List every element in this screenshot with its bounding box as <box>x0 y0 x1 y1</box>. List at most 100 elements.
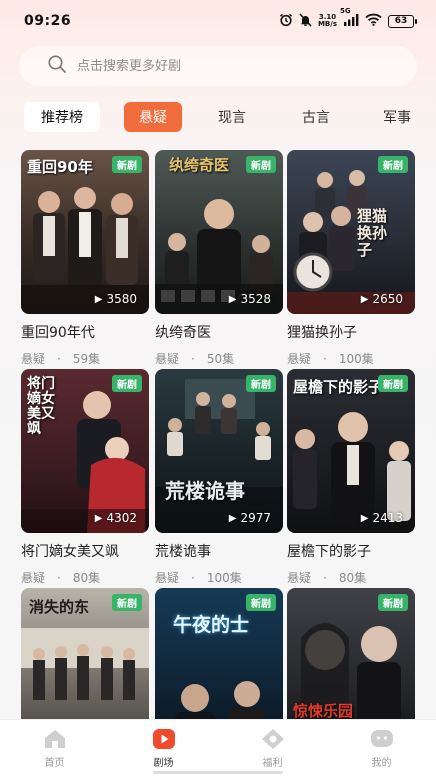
drama-episodes: 59集 <box>72 352 101 366</box>
tab-modern-romance[interactable]: 现言 <box>204 102 260 132</box>
signal-label: 5G <box>340 6 351 15</box>
drama-poster[interactable]: 重回90年 新剧 ▶ 3580 <box>21 150 149 314</box>
poster-title-art: 惊悚乐园 <box>293 702 354 720</box>
drama-card[interactable]: 重回90年 新剧 ▶ 3580 重回90年代 悬疑 · 59集 <box>21 150 149 367</box>
drama-meta: 悬疑 · 59集 <box>21 350 149 367</box>
new-badge: 新剧 <box>246 156 276 173</box>
play-count-value: 2977 <box>240 511 271 525</box>
status-icons: 3.10 MB/s 5G 63 <box>279 7 417 30</box>
drama-episodes: 80集 <box>72 571 101 585</box>
drama-meta: 悬疑 · 100集 <box>155 569 283 586</box>
theater-icon <box>152 728 176 750</box>
poster-title-art: 荒楼诡事 <box>165 479 245 503</box>
net-speed-unit: MB/s <box>317 20 337 28</box>
new-badge: 新剧 <box>246 594 276 611</box>
search-icon <box>47 54 67 78</box>
drama-poster[interactable]: 纨绔奇医 新剧 ▶ 3528 <box>155 150 283 314</box>
nav-welfare[interactable]: 福利 <box>218 720 327 776</box>
play-count-value: 4302 <box>106 511 137 525</box>
drama-poster[interactable]: 屋檐下的影子 新剧 ▶ 2413 <box>287 369 415 533</box>
new-badge: 新剧 <box>112 375 142 392</box>
drama-episodes: 50集 <box>206 352 235 366</box>
drama-meta: 悬疑 · 80集 <box>21 569 149 586</box>
drama-title[interactable]: 将门嫡女美又飒 <box>21 541 149 561</box>
poster-title-art: 消失的东 <box>29 598 90 616</box>
new-badge: 新剧 <box>378 156 408 173</box>
separator-dot: · <box>191 570 195 585</box>
poster-title-art: 重回90年 <box>27 158 93 176</box>
bottom-nav: 首页 剧场 福利 我的 <box>0 719 436 776</box>
drama-card[interactable]: 屋檐下的影子 新剧 ▶ 2413 屋檐下的影子 悬疑 · 80集 <box>287 369 415 586</box>
new-badge: 新剧 <box>378 594 408 611</box>
play-icon: ▶ <box>94 293 103 305</box>
drama-card[interactable]: 将门嫡女美又飒 新剧 ▶ 4302 将门嫡女美又飒 悬疑 · 80集 <box>21 369 149 586</box>
profile-icon <box>370 728 394 750</box>
poster-title-art: 将门嫡女美又飒 <box>27 376 55 437</box>
mute-icon <box>299 12 312 30</box>
play-count: ▶ 3528 <box>229 292 271 306</box>
status-time: 09:26 <box>24 13 72 29</box>
drama-title[interactable]: 狸猫换孙子 <box>287 322 415 342</box>
tab-recommended[interactable]: 推荐榜 <box>24 102 100 132</box>
separator-dot: · <box>323 570 327 585</box>
play-count-value: 2413 <box>372 511 403 525</box>
drama-title[interactable]: 屋檐下的影子 <box>287 541 415 561</box>
poster-title-art: 午夜的士 <box>173 614 250 636</box>
play-count-value: 3580 <box>106 292 137 306</box>
poster-title-art: 纨绔奇医 <box>169 156 230 174</box>
drama-poster[interactable]: 狸猫换孙子 新剧 ▶ 2650 <box>287 150 415 314</box>
play-count: ▶ 3580 <box>95 292 137 306</box>
poster-title-art: 狸猫换孙子 <box>357 207 388 259</box>
drama-genre: 悬疑 <box>155 571 180 585</box>
nav-profile[interactable]: 我的 <box>327 720 436 776</box>
drama-card[interactable]: 狸猫换孙子 新剧 ▶ 2650 狸猫换孙子 悬疑 · 100集 <box>287 150 415 367</box>
battery-indicator: 63 <box>388 14 417 28</box>
separator-dot: · <box>323 351 327 366</box>
play-count-value: 3528 <box>240 292 271 306</box>
new-badge: 新剧 <box>112 594 142 611</box>
play-count: ▶ 4302 <box>95 511 137 525</box>
status-bar: 09:26 3.10 MB/s 5G 63 <box>0 0 436 42</box>
home-icon <box>43 728 67 750</box>
wifi-icon <box>365 13 382 29</box>
play-count: ▶ 2650 <box>361 292 403 306</box>
search-input[interactable] <box>77 58 417 74</box>
drama-poster[interactable]: 将门嫡女美又飒 新剧 ▶ 4302 <box>21 369 149 533</box>
drama-episodes: 100集 <box>338 352 374 366</box>
drama-episodes: 80集 <box>338 571 367 585</box>
search-bar[interactable] <box>19 46 417 86</box>
drama-genre: 悬疑 <box>287 352 312 366</box>
cellular-signal-icon: 5G <box>340 7 359 30</box>
home-indicator <box>153 771 283 774</box>
separator-dot: · <box>57 351 61 366</box>
nav-home[interactable]: 首页 <box>0 720 109 776</box>
nav-home-label: 首页 <box>44 757 65 769</box>
new-badge: 新剧 <box>112 156 142 173</box>
gift-icon <box>261 728 285 750</box>
drama-card[interactable]: 纨绔奇医 新剧 ▶ 3528 纨绔奇医 悬疑 · 50集 <box>155 150 283 367</box>
play-icon: ▶ <box>228 512 237 524</box>
drama-title[interactable]: 纨绔奇医 <box>155 322 283 342</box>
drama-genre: 悬疑 <box>287 571 312 585</box>
drama-meta: 悬疑 · 80集 <box>287 569 415 586</box>
nav-theater[interactable]: 剧场 <box>109 720 218 776</box>
tab-military[interactable]: 军事 <box>372 102 422 132</box>
tab-historical-romance[interactable]: 古言 <box>288 102 344 132</box>
drama-meta: 悬疑 · 100集 <box>287 350 415 367</box>
play-icon: ▶ <box>360 512 369 524</box>
play-icon: ▶ <box>94 512 103 524</box>
new-badge: 新剧 <box>246 375 276 392</box>
drama-title[interactable]: 荒楼诡事 <box>155 541 283 561</box>
drama-episodes: 100集 <box>206 571 242 585</box>
alarm-icon <box>279 13 293 30</box>
drama-poster[interactable]: 荒楼诡事 新剧 ▶ 2977 <box>155 369 283 533</box>
play-count-value: 2650 <box>372 292 403 306</box>
drama-title[interactable]: 重回90年代 <box>21 322 149 342</box>
drama-card[interactable]: 荒楼诡事 新剧 ▶ 2977 荒楼诡事 悬疑 · 100集 <box>155 369 283 586</box>
new-badge: 新剧 <box>378 375 408 392</box>
poster-title-art: 屋檐下的影子 <box>293 378 384 396</box>
play-icon: ▶ <box>228 293 237 305</box>
separator-dot: · <box>57 570 61 585</box>
tab-suspense[interactable]: 悬疑 <box>124 102 182 132</box>
drama-genre: 悬疑 <box>21 571 46 585</box>
